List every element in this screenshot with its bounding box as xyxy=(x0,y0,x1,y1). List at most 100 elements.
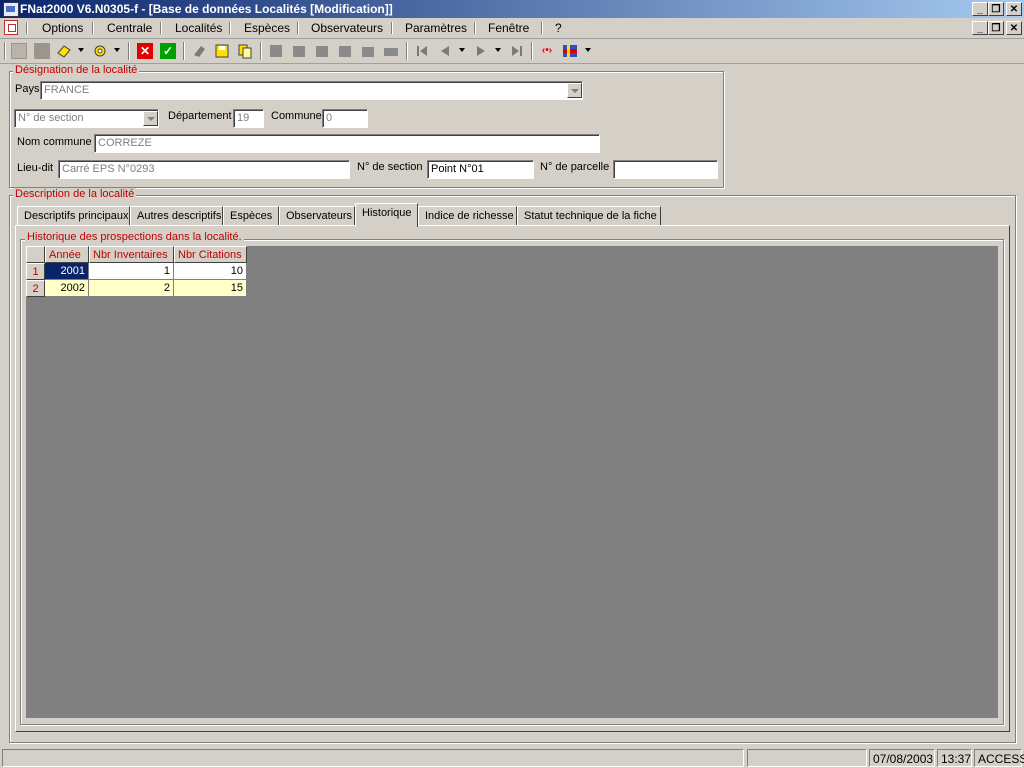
status-panel-main xyxy=(2,749,744,767)
menu-separator xyxy=(160,22,162,34)
menu-separator xyxy=(92,22,94,34)
nparcelle-field[interactable] xyxy=(613,160,718,179)
nom-commune-field[interactable]: CORREZE xyxy=(94,134,600,153)
flag-icon[interactable] xyxy=(562,43,578,59)
disabled-icon xyxy=(291,43,307,59)
toolbar: ✕ ✓ ‹•› xyxy=(0,39,1024,64)
tab-autres-descriptifs[interactable]: Autres descriptifs xyxy=(130,206,223,226)
nom-commune-label: Nom commune xyxy=(17,136,92,148)
pays-label: Pays xyxy=(15,83,40,95)
menu-observateurs[interactable]: Observateurs xyxy=(311,21,383,35)
row-header[interactable]: 2 xyxy=(26,280,45,297)
chevron-down-icon[interactable] xyxy=(495,48,501,52)
toolbar-separator xyxy=(531,42,533,60)
menu-fenetre[interactable]: Fenêtre xyxy=(488,21,529,35)
minimize-button[interactable]: _ xyxy=(972,2,988,16)
tab-statut-technique[interactable]: Statut technique de la fiche xyxy=(517,206,661,226)
mdi-restore-button[interactable]: ❐ xyxy=(988,21,1004,35)
menu-parametres[interactable]: Paramètres xyxy=(405,21,467,35)
status-time: 13:37 xyxy=(937,749,972,767)
mdi-minimize-button[interactable]: _ xyxy=(972,21,988,35)
eraser-icon[interactable] xyxy=(191,43,207,59)
table-cell-inventaires[interactable]: 1 xyxy=(89,263,174,280)
chevron-down-icon[interactable] xyxy=(78,48,84,52)
column-header-inventaires[interactable]: Nbr Inventaires xyxy=(89,246,174,263)
commune-field[interactable]: 0 xyxy=(322,109,368,128)
mdi-close-button[interactable]: ✕ xyxy=(1006,21,1022,35)
toolbar-separator xyxy=(260,42,262,60)
disabled-icon xyxy=(314,43,330,59)
nsection-field[interactable]: Point N°01 xyxy=(427,160,534,179)
section-select[interactable]: N° de section xyxy=(14,109,159,128)
nsection-label: N° de section xyxy=(357,161,423,173)
cancel-icon[interactable]: ✕ xyxy=(137,43,153,59)
tab-observateurs[interactable]: Observateurs xyxy=(279,206,355,226)
historique-grid: Année Nbr Inventaires Nbr Citations 1 20… xyxy=(26,246,998,718)
validate-icon[interactable]: ✓ xyxy=(160,43,176,59)
link-icon[interactable]: ‹•› xyxy=(539,43,555,59)
table-cell-inventaires[interactable]: 2 xyxy=(89,280,174,297)
new-icon[interactable] xyxy=(11,43,27,59)
chevron-down-icon[interactable] xyxy=(585,48,591,52)
disabled-icon xyxy=(268,43,284,59)
menu-separator xyxy=(297,22,299,34)
nparcelle-label: N° de parcelle xyxy=(540,161,610,173)
copy-icon[interactable] xyxy=(237,43,253,59)
menu-localites[interactable]: Localités xyxy=(175,21,222,35)
menu-separator xyxy=(541,22,543,34)
designation-legend: Désignation de la localité xyxy=(13,64,140,76)
tab-descriptifs-principaux[interactable]: Descriptifs principaux xyxy=(17,206,130,226)
tab-especes[interactable]: Espèces xyxy=(223,206,279,226)
disabled-icon xyxy=(383,43,399,59)
disabled-icon xyxy=(337,43,353,59)
departement-label: Département xyxy=(168,110,232,122)
menu-centrale[interactable]: Centrale xyxy=(107,21,152,35)
menu-help[interactable]: ? xyxy=(555,21,562,35)
grid-corner[interactable] xyxy=(26,246,45,263)
menu-separator xyxy=(26,22,28,34)
chevron-down-icon[interactable] xyxy=(459,48,465,52)
menu-especes[interactable]: Espèces xyxy=(244,21,290,35)
menu-separator xyxy=(229,22,231,34)
toolbar-separator xyxy=(406,42,408,60)
close-button[interactable]: ✕ xyxy=(1006,2,1022,16)
document-icon[interactable] xyxy=(4,20,18,35)
column-header-citations[interactable]: Nbr Citations xyxy=(174,246,247,263)
chevron-down-icon[interactable] xyxy=(114,48,120,52)
table-cell-citations[interactable]: 15 xyxy=(174,280,247,297)
search-icon[interactable] xyxy=(92,43,108,59)
table-cell-annee[interactable]: 2002 xyxy=(45,280,89,297)
pays-select[interactable]: FRANCE xyxy=(40,81,583,100)
row-header[interactable]: 1 xyxy=(26,263,45,280)
section-dropdown-button[interactable] xyxy=(143,111,158,126)
menu-options[interactable]: Options xyxy=(42,21,83,35)
save-icon[interactable] xyxy=(214,43,230,59)
tab-indice-de-richesse[interactable]: Indice de richesse xyxy=(418,206,517,226)
menu-separator xyxy=(391,22,393,34)
departement-field[interactable]: 19 xyxy=(233,109,264,128)
historique-legend: Historique des prospections dans la loca… xyxy=(25,231,244,243)
window-title: FNat2000 V6.N0305-f - [Base de données L… xyxy=(20,2,393,16)
pays-dropdown-button[interactable] xyxy=(567,83,582,98)
status-date: 07/08/2003 xyxy=(869,749,935,767)
blank-icon[interactable] xyxy=(34,43,50,59)
last-record-icon[interactable] xyxy=(509,43,525,59)
status-mode: ACCESS xyxy=(974,749,1024,767)
tab-historique[interactable]: Historique xyxy=(355,203,418,227)
restore-button[interactable]: ❐ xyxy=(988,2,1004,16)
lieudit-field[interactable]: Carré EPS N°0293 xyxy=(58,160,350,179)
erase-icon[interactable] xyxy=(56,43,72,59)
next-record-icon[interactable] xyxy=(473,43,489,59)
app-icon xyxy=(3,2,19,17)
commune-label: Commune xyxy=(271,110,322,122)
status-bar: 07/08/2003 13:37 ACCESS xyxy=(0,747,1024,768)
table-cell-annee[interactable]: 2001 xyxy=(45,263,89,280)
title-bar: FNat2000 V6.N0305-f - [Base de données L… xyxy=(0,0,1024,18)
prev-record-icon[interactable] xyxy=(437,43,453,59)
table-cell-citations[interactable]: 10 xyxy=(174,263,247,280)
first-record-icon[interactable] xyxy=(414,43,430,59)
menu-bar: Options Centrale Localités Espèces Obser… xyxy=(0,18,1024,39)
status-panel-empty xyxy=(747,749,867,767)
column-header-annee[interactable]: Année xyxy=(45,246,89,263)
toolbar-grip xyxy=(4,42,6,60)
